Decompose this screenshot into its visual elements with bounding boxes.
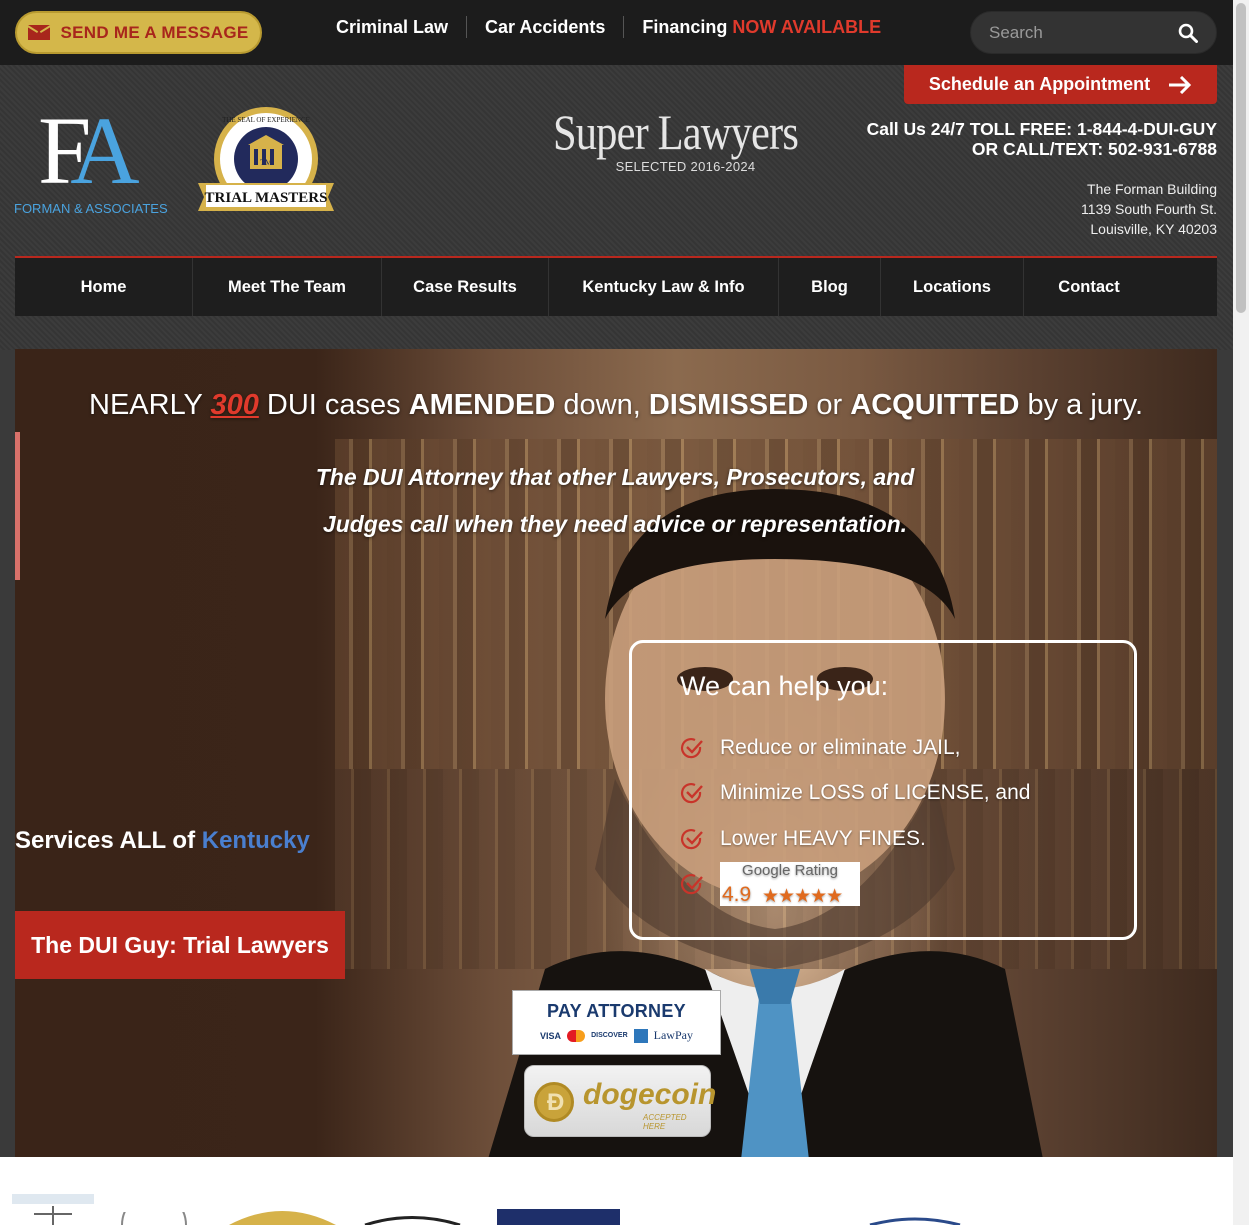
national-association-badge-icon [497,1209,620,1225]
nav-item-home[interactable]: Home [15,258,193,316]
address-line: 1139 South Fourth St. [1081,201,1217,217]
link-car-accidents[interactable]: Car Accidents [467,17,623,38]
hero-subtitle: The DUI Attorney that other Lawyers, Pro… [315,464,915,537]
financing-label: Financing [642,16,728,37]
accent-bar [15,432,20,580]
accreditation-strip [0,1157,1233,1225]
discover-icon: DISCOVER [591,1032,628,1039]
envelope-icon [28,25,51,40]
list-item: Google Rating 4.9 ★★★★★ [680,862,1030,908]
nav-item-blog[interactable]: Blog [779,258,881,316]
nav-item-contact[interactable]: Contact [1024,258,1154,316]
schedule-label: Schedule an Appointment [928,74,1151,94]
card-logos: VISA DISCOVER LawPay [513,1028,720,1043]
link-financing[interactable]: Financing NOW AVAILABLE [624,17,899,38]
send-message-button[interactable]: SEND ME A MESSAGE [15,11,262,54]
google-rating-value: 4.9 [722,883,752,907]
scales-of-justice-icon [12,1194,94,1225]
phone-info[interactable]: Call Us 24/7 TOLL FREE: 1-844-4-DUI-GUY … [867,119,1217,159]
dui-guy-button[interactable]: The DUI Guy: Trial Lawyers [15,911,345,979]
check-circle-icon [681,874,703,895]
super-lawyers-selected: SELECTED 2016-2024 [615,159,756,174]
search-box [970,11,1217,54]
pay-attorney-button[interactable]: PAY ATTORNEY VISA DISCOVER LawPay [512,990,721,1055]
dogecoin-label: dogecoin [583,1078,717,1111]
nav-item-kentucky-law[interactable]: Kentucky Law & Info [549,258,779,316]
nav-item-locations[interactable]: Locations [881,258,1024,316]
logo-caption: FORMAN & ASSOCIATES [14,201,168,216]
svg-text:TM: TM [260,158,272,167]
gold-scales-badge-icon [229,1211,336,1225]
association-seal-icon [364,1216,461,1225]
mastercard-icon [567,1029,586,1042]
svg-text:TRIAL MASTERS: TRIAL MASTERS [205,190,328,206]
nav-item-meet-the-team[interactable]: Meet The Team [193,258,382,316]
help-list: Reduce or eliminate JAIL, Minimize LOSS … [680,725,1030,907]
schedule-appointment-button[interactable]: Schedule an Appointment [904,65,1217,104]
google-rating-badge[interactable]: Google Rating 4.9 ★★★★★ [720,862,860,908]
link-criminal-law[interactable]: Criminal Law [318,17,466,38]
search-input[interactable] [989,22,1169,44]
search-icon[interactable] [1178,23,1198,43]
address-line: The Forman Building [1087,181,1217,197]
list-item: Minimize LOSS of LICENSE, and [680,771,1030,817]
check-circle-icon [681,783,703,804]
main-nav: Home Meet The Team Case Results Kentucky… [15,256,1217,316]
trial-masters-seal-icon: TM THE SEAL OF EXPERIENCE TRIAL MASTERS [198,107,334,211]
visa-icon: VISA [540,1030,562,1041]
forman-associates-logo[interactable]: FA FORMAN & ASSOCIATES [14,103,169,218]
hero-headline: NEARLY 300 DUI cases AMENDED down, DISMI… [89,389,1143,421]
toll-free-line: Call Us 24/7 TOLL FREE: 1-844-4-DUI-GUY [866,119,1217,139]
svg-text:THE SEAL OF EXPERIENCE: THE SEAL OF EXPERIENCE [222,116,310,124]
list-item: Reduce or eliminate JAIL, [680,725,1030,771]
top-bar: SEND ME A MESSAGE Criminal Law Car Accid… [0,0,1233,65]
google-rating-label: Google Rating [742,862,838,880]
list-item: Lower HEAVY FINES. [680,816,1030,862]
services-state: Kentucky [201,827,310,854]
office-address: The Forman Building 1139 South Fourth St… [1081,179,1217,239]
top-links: Criminal Law Car Accidents Financing NOW… [318,16,899,38]
send-message-label: SEND ME A MESSAGE [60,22,249,42]
bar-association-seal-icon [121,1212,187,1225]
call-text-line: OR CALL/TEXT: 502-931-6788 [971,139,1217,159]
dogecoin-badge[interactable]: dogecoin ACCEPTED HERE [524,1065,716,1137]
financing-highlight: NOW AVAILABLE [732,16,882,37]
check-circle-icon [681,737,703,758]
award-badge-icon [869,1217,961,1225]
address-line: Louisville, KY 40203 [1090,221,1217,237]
nav-item-case-results[interactable]: Case Results [382,258,549,316]
logo-monogram: FA [38,97,140,204]
super-lawyers-logo[interactable]: Super Lawyers SELECTED 2016-2024 [553,103,818,174]
star-rating-icon: ★★★★★ [762,886,843,908]
case-count: 300 [210,389,259,421]
scrollbar[interactable] [1233,0,1249,1225]
hero-banner: NEARLY 300 DUI cases AMENDED down, DISMI… [15,349,1217,1157]
arrow-right-icon [1169,75,1192,94]
pay-attorney-title: PAY ATTORNEY [547,1001,686,1021]
help-box: We can help you: Reduce or eliminate JAI… [629,640,1137,940]
scrollbar-thumb[interactable] [1236,3,1246,313]
amex-icon [633,1028,648,1043]
help-title: We can help you: [680,671,889,701]
lawpay-logo: LawPay [653,1028,693,1042]
dogecoin-icon [534,1082,574,1122]
check-circle-icon [681,828,703,849]
super-lawyers-title: Super Lawyers [553,104,799,160]
dogecoin-accepted: ACCEPTED HERE [643,1113,687,1131]
services-area: Services ALL of Kentucky [15,827,310,854]
